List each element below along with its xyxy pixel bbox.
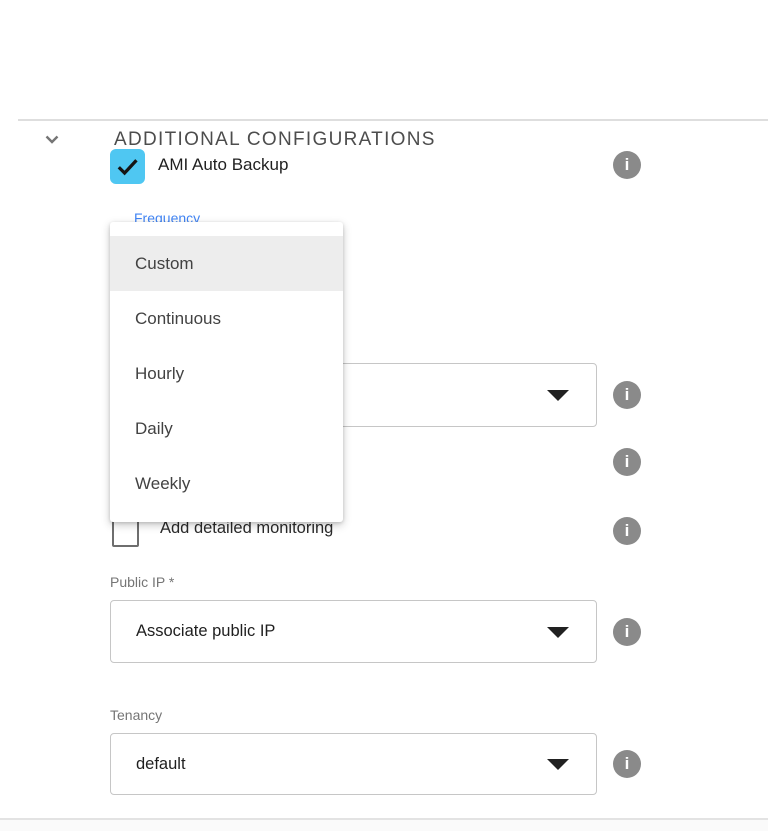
- ami-auto-backup-checkbox[interactable]: [110, 149, 145, 184]
- section-title: ADDITIONAL CONFIGURATIONS: [114, 129, 436, 151]
- public-ip-value: Associate public IP: [136, 622, 275, 641]
- caret-down-icon: [547, 390, 569, 401]
- info-icon[interactable]: i: [613, 448, 641, 476]
- info-icon[interactable]: i: [613, 517, 641, 545]
- menu-item-hourly[interactable]: Hourly: [110, 346, 343, 401]
- info-icon[interactable]: i: [613, 750, 641, 778]
- caret-down-icon: [547, 627, 569, 638]
- section-header: ADDITIONAL CONFIGURATIONS: [0, 60, 768, 100]
- caret-down-icon: [547, 759, 569, 770]
- menu-item-daily[interactable]: Daily: [110, 401, 343, 456]
- ami-auto-backup-label: AMI Auto Backup: [158, 155, 288, 175]
- tenancy-value: default: [136, 755, 186, 774]
- tenancy-label: Tenancy: [110, 707, 162, 723]
- additional-configurations-section: ADDITIONAL CONFIGURATIONS AMI Auto Backu…: [0, 0, 768, 831]
- detailed-monitoring-checkbox[interactable]: [112, 520, 139, 547]
- info-icon[interactable]: i: [613, 381, 641, 409]
- checkmark-icon: [113, 152, 142, 181]
- public-ip-select[interactable]: Associate public IP: [110, 600, 597, 663]
- menu-item-weekly[interactable]: Weekly: [110, 456, 343, 511]
- frequency-dropdown-menu: Custom Continuous Hourly Daily Weekly: [110, 222, 343, 522]
- menu-item-continuous[interactable]: Continuous: [110, 291, 343, 346]
- menu-item-custom[interactable]: Custom: [110, 236, 343, 291]
- tenancy-select[interactable]: default: [110, 733, 597, 795]
- info-icon[interactable]: i: [613, 151, 641, 179]
- chevron-down-icon[interactable]: [40, 127, 64, 151]
- header-divider: [18, 119, 768, 121]
- public-ip-label: Public IP *: [110, 574, 174, 590]
- footer-strip: [0, 820, 768, 831]
- info-icon[interactable]: i: [613, 618, 641, 646]
